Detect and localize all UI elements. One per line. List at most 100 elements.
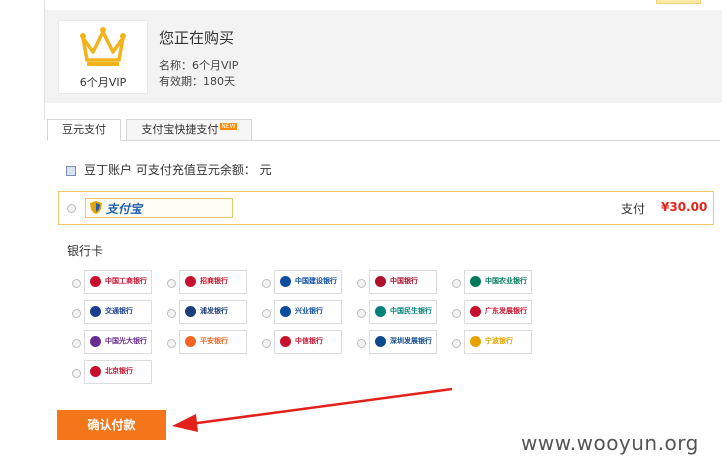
bank-option[interactable]: 兴业银行 [262,300,342,324]
thumbnail-caption: 6个月VIP [79,76,127,89]
bank-radio[interactable] [72,279,81,288]
bank-logo: 平安银行 [179,330,247,354]
bank-radio[interactable] [72,309,81,318]
bank-option[interactable]: 中国农业银行 [452,270,532,294]
bank-radio[interactable] [262,309,271,318]
bank-emblem-icon [470,336,481,347]
bank-emblem-icon [470,306,481,317]
bank-option[interactable]: 招商银行 [167,270,247,294]
bank-radio[interactable] [72,339,81,348]
pay-label: 支付 [621,202,646,216]
bank-option[interactable]: 中国民生银行 [357,300,437,324]
bank-logo: 中国农业银行 [464,270,532,294]
bank-option[interactable]: 中信银行 [262,330,342,354]
bank-logo: 中国光大银行 [84,330,152,354]
crown-icon [80,27,126,66]
bank-name: 兴业银行 [295,307,323,315]
bank-card-section-title: 银行卡 [67,244,104,258]
bank-name: 北京银行 [105,367,133,375]
bank-emblem-icon [90,336,101,347]
purchase-title: 您正在购买 [159,29,235,47]
bank-name: 中国银行 [390,277,418,285]
bank-logo: 兴业银行 [274,300,342,324]
bank-emblem-icon [280,306,291,317]
bank-radio[interactable] [262,279,271,288]
bank-radio[interactable] [167,279,176,288]
watermark: www.wooyun.org [521,431,699,455]
bank-logo: 深圳发展银行 [369,330,437,354]
bank-emblem-icon [375,336,386,347]
bank-radio[interactable] [167,339,176,348]
bank-option[interactable]: 深圳发展银行 [357,330,437,354]
alipay-option[interactable]: 支付宝 支付 ¥30.00 [58,191,714,225]
bank-radio[interactable] [72,369,81,378]
bank-name: 交通银行 [105,307,133,315]
bank-logo: 中国工商银行 [84,270,152,294]
bank-option[interactable]: 宁波银行 [452,330,532,354]
product-validity: 有效期：180天 [159,75,235,88]
bank-name: 中信银行 [295,337,323,345]
bank-logo: 中国建设银行 [274,270,342,294]
bank-emblem-icon [280,336,291,347]
bank-radio[interactable] [357,279,366,288]
bank-name: 宁波银行 [485,337,513,345]
bank-option[interactable]: 中国银行 [357,270,437,294]
bank-emblem-icon [185,306,196,317]
bank-logo: 招商银行 [179,270,247,294]
bank-emblem-icon [185,276,196,287]
confirm-payment-button[interactable]: 确认付款 [57,410,166,440]
bank-logo: 中国民生银行 [369,300,437,324]
alipay-radio[interactable] [67,204,76,213]
bank-option[interactable]: 广东发展银行 [452,300,532,324]
bank-option[interactable]: 交通银行 [72,300,152,324]
product-name: 名称：6个月VIP [159,59,239,72]
bank-emblem-icon [90,306,101,317]
bank-emblem-icon [185,336,196,347]
alipay-logo-text: 支付宝 [106,202,143,216]
bank-radio[interactable] [262,339,271,348]
balance-option[interactable]: 豆丁账户 可支付充值豆元余额： 元 [66,161,272,178]
tab-underline [56,140,720,141]
bank-emblem-icon [470,276,481,287]
bank-emblem-icon [90,276,101,287]
bank-emblem-icon [90,366,101,377]
bank-option[interactable]: 中国工商银行 [72,270,152,294]
bank-option[interactable]: 中国光大银行 [72,330,152,354]
balance-checkbox[interactable] [66,165,76,176]
balance-text: 豆丁账户 可支付充值豆元余额： 元 [84,163,272,177]
tab-label: 支付宝快捷支付 [141,123,219,136]
bank-logo: 浦发银行 [179,300,247,324]
bank-name: 中国工商银行 [105,277,147,285]
bank-name: 中国光大银行 [105,337,147,345]
bank-name: 中国民生银行 [390,307,432,315]
bank-radio[interactable] [452,309,461,318]
bank-name: 中国农业银行 [485,277,527,285]
bank-option[interactable]: 平安银行 [167,330,247,354]
bank-radio[interactable] [167,309,176,318]
bank-option[interactable]: 北京银行 [72,360,152,384]
bank-option[interactable]: 中国建设银行 [262,270,342,294]
tab-label: 豆元支付 [62,123,106,136]
bank-radio[interactable] [452,279,461,288]
bank-radio[interactable] [357,339,366,348]
bank-name: 平安银行 [200,337,228,345]
product-thumbnail: 6个月VIP [58,20,148,94]
new-badge: NEW [220,123,237,130]
pay-amount: ¥30.00 [661,200,708,214]
bank-name: 中国建设银行 [295,277,337,285]
bank-logo: 宁波银行 [464,330,532,354]
bank-radio[interactable] [357,309,366,318]
bank-logo: 北京银行 [84,360,152,384]
alipay-logo: 支付宝 [85,198,233,218]
bank-name: 招商银行 [200,277,228,285]
bank-logo: 交通银行 [84,300,152,324]
bank-radio[interactable] [452,339,461,348]
bank-option[interactable]: 浦发银行 [167,300,247,324]
tab-alipay-quick-pay[interactable]: 支付宝快捷支付 NEW [126,119,252,141]
bank-name: 浦发银行 [200,307,228,315]
bank-emblem-icon [375,306,386,317]
product-summary: 6个月VIP 您正在购买 名称：6个月VIP 有效期：180天 [45,10,722,103]
bank-logo: 中信银行 [274,330,342,354]
bank-emblem-icon [280,276,291,287]
tab-douyuan-pay[interactable]: 豆元支付 [47,119,121,141]
